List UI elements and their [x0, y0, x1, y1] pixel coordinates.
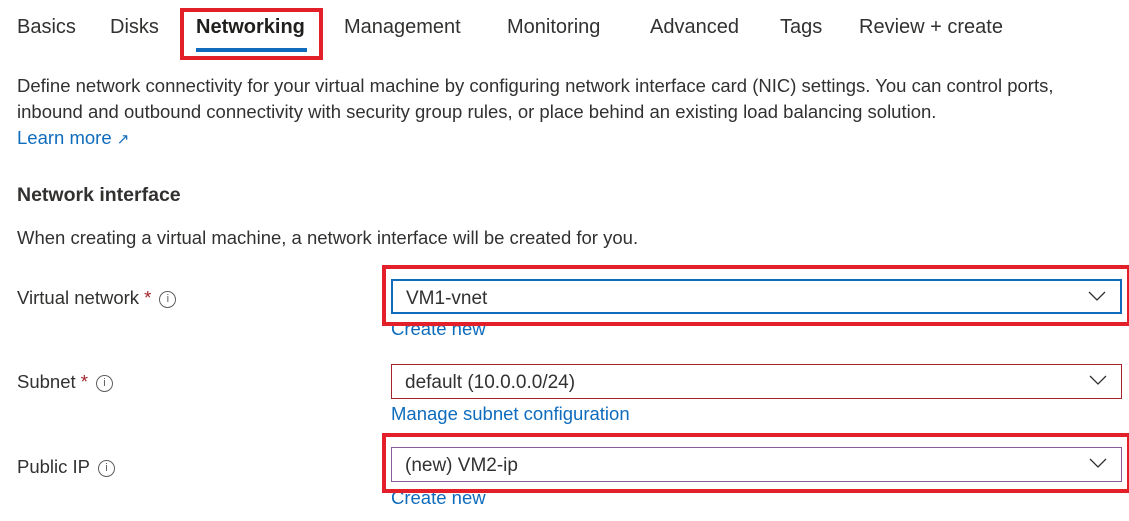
learn-more-label: Learn more — [17, 127, 112, 148]
learn-more-link[interactable]: Learn more ↗ — [17, 127, 129, 149]
info-icon[interactable]: i — [98, 459, 116, 477]
highlight-networking-tab — [180, 8, 323, 60]
chevron-down-icon — [1089, 375, 1107, 385]
tab-monitoring[interactable]: Monitoring — [507, 16, 600, 39]
tab-disks[interactable]: Disks — [110, 16, 159, 39]
description-line-2: inbound and outbound connectivity with s… — [17, 101, 937, 122]
tab-management[interactable]: Management — [344, 16, 461, 39]
info-icon[interactable]: i — [159, 290, 177, 308]
subnet-label: Subnet * i — [17, 371, 113, 393]
section-title: Network interface — [17, 184, 181, 206]
tab-review-create[interactable]: Review + create — [859, 16, 1003, 39]
manage-subnet-link[interactable]: Manage subnet configuration — [391, 403, 630, 425]
tab-tags[interactable]: Tags — [780, 16, 822, 39]
public-ip-label: Public IP i — [17, 456, 116, 478]
virtual-network-label: Virtual network * i — [17, 287, 177, 309]
external-link-icon: ↗ — [116, 131, 130, 148]
tab-advanced[interactable]: Advanced — [650, 16, 739, 39]
highlight-public-ip — [382, 433, 1129, 493]
tab-basics[interactable]: Basics — [17, 16, 76, 39]
description-line-1: Define network connectivity for your vir… — [17, 75, 1054, 96]
subnet-dropdown[interactable]: default (10.0.0.0/24) — [391, 364, 1122, 399]
section-subtitle: When creating a virtual machine, a netwo… — [17, 227, 639, 248]
info-icon[interactable]: i — [95, 374, 113, 392]
highlight-virtual-network — [382, 265, 1129, 326]
